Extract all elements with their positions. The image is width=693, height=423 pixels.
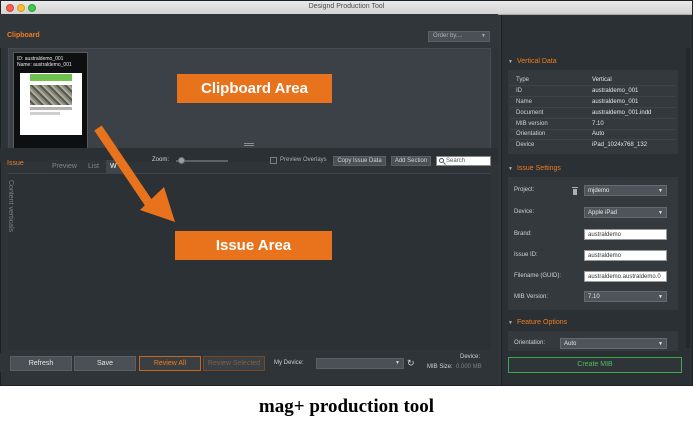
issue-area-annotation: Issue Area	[175, 231, 332, 260]
annotation-arrow	[94, 125, 175, 222]
clipboard-area-annotation: Clipboard Area	[177, 74, 332, 103]
arrow-shaft	[94, 125, 154, 208]
figure-caption: mag+ production tool	[258, 396, 435, 417]
